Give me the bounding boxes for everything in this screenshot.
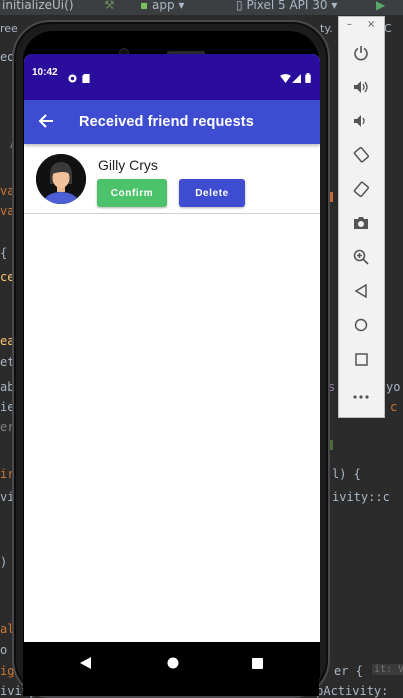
page-title: Received friend requests bbox=[79, 114, 254, 130]
run-config-select[interactable]: ▪ app ▾ bbox=[140, 0, 184, 12]
volume-down-icon[interactable] bbox=[350, 110, 372, 132]
code-fragment: o bbox=[0, 643, 8, 657]
code-fragment: er { bbox=[334, 664, 363, 678]
code-hint: it: V bbox=[372, 664, 403, 675]
nav-back-icon[interactable] bbox=[80, 654, 91, 673]
editor-tab-left[interactable]: ree bbox=[0, 22, 18, 40]
confirm-button[interactable]: Confirm bbox=[97, 179, 167, 207]
avatar bbox=[36, 154, 86, 204]
overview-icon[interactable] bbox=[350, 348, 372, 370]
notification-icon bbox=[68, 68, 77, 87]
gutter-change-marker bbox=[330, 192, 333, 202]
gutter-change-marker bbox=[330, 440, 333, 450]
editor-tab-right[interactable]: C bbox=[384, 22, 392, 40]
more-icon[interactable] bbox=[350, 386, 372, 408]
sd-card-icon bbox=[82, 68, 90, 87]
friend-name: Gilly Crys bbox=[98, 157, 158, 173]
android-icon: ▪ bbox=[140, 0, 149, 12]
close-icon[interactable]: × bbox=[367, 19, 375, 30]
code-fragment: ) bbox=[0, 555, 8, 569]
code-fragment: { bbox=[0, 246, 8, 260]
battery-icon bbox=[305, 68, 311, 87]
ide-toolbar: initializeUi() ⚒ ▪ app ▾ ▯ Pixel 5 API 3… bbox=[0, 0, 403, 16]
rotate-right-icon[interactable] bbox=[350, 178, 372, 200]
build-hammer-icon[interactable]: ⚒ bbox=[104, 0, 115, 12]
code-fragment: l) { bbox=[332, 467, 361, 481]
back-arrow-icon[interactable] bbox=[38, 113, 54, 129]
device-label: Pixel 5 API 30 bbox=[246, 0, 328, 12]
nav-home-icon[interactable] bbox=[167, 654, 179, 673]
camera-icon[interactable] bbox=[350, 212, 372, 234]
nav-overview-icon[interactable] bbox=[252, 654, 263, 673]
chevron-down-icon: ▾ bbox=[178, 0, 185, 12]
chevron-down-icon: ▾ bbox=[331, 0, 338, 12]
phone-screen: 10:42 Received friend requests Gilly Cry… bbox=[24, 54, 320, 642]
volume-up-icon[interactable] bbox=[350, 76, 372, 98]
ide-method-label[interactable]: initializeUi() bbox=[2, 0, 74, 12]
emulator-window-controls: – × bbox=[339, 17, 384, 35]
navigation-bar bbox=[24, 642, 320, 678]
signal-icon bbox=[292, 68, 301, 87]
back-icon[interactable] bbox=[350, 280, 372, 302]
wifi-icon bbox=[280, 68, 291, 87]
delete-button[interactable]: Delete bbox=[179, 179, 245, 207]
friend-request-row: Gilly Crys Confirm Delete bbox=[24, 144, 320, 214]
status-bar: 10:42 bbox=[24, 54, 320, 100]
app-bar: Received friend requests bbox=[24, 100, 320, 144]
code-fragment: c bbox=[390, 400, 398, 414]
code-fragment: yo bbox=[386, 380, 401, 394]
run-icon[interactable]: ▶ bbox=[376, 0, 385, 12]
device-select[interactable]: ▯ Pixel 5 API 30 ▾ bbox=[236, 0, 337, 12]
zoom-icon[interactable] bbox=[350, 246, 372, 268]
code-fragment: ivity::c bbox=[332, 490, 390, 504]
emulator-toolbar: – × bbox=[338, 16, 385, 418]
run-config-label: app bbox=[151, 0, 175, 12]
status-time: 10:42 bbox=[32, 67, 58, 78]
power-icon[interactable] bbox=[350, 42, 372, 64]
rotate-left-icon[interactable] bbox=[350, 144, 372, 166]
minimize-icon[interactable]: – bbox=[347, 19, 352, 30]
home-icon[interactable] bbox=[350, 314, 372, 336]
device-icon: ▯ bbox=[236, 0, 243, 12]
